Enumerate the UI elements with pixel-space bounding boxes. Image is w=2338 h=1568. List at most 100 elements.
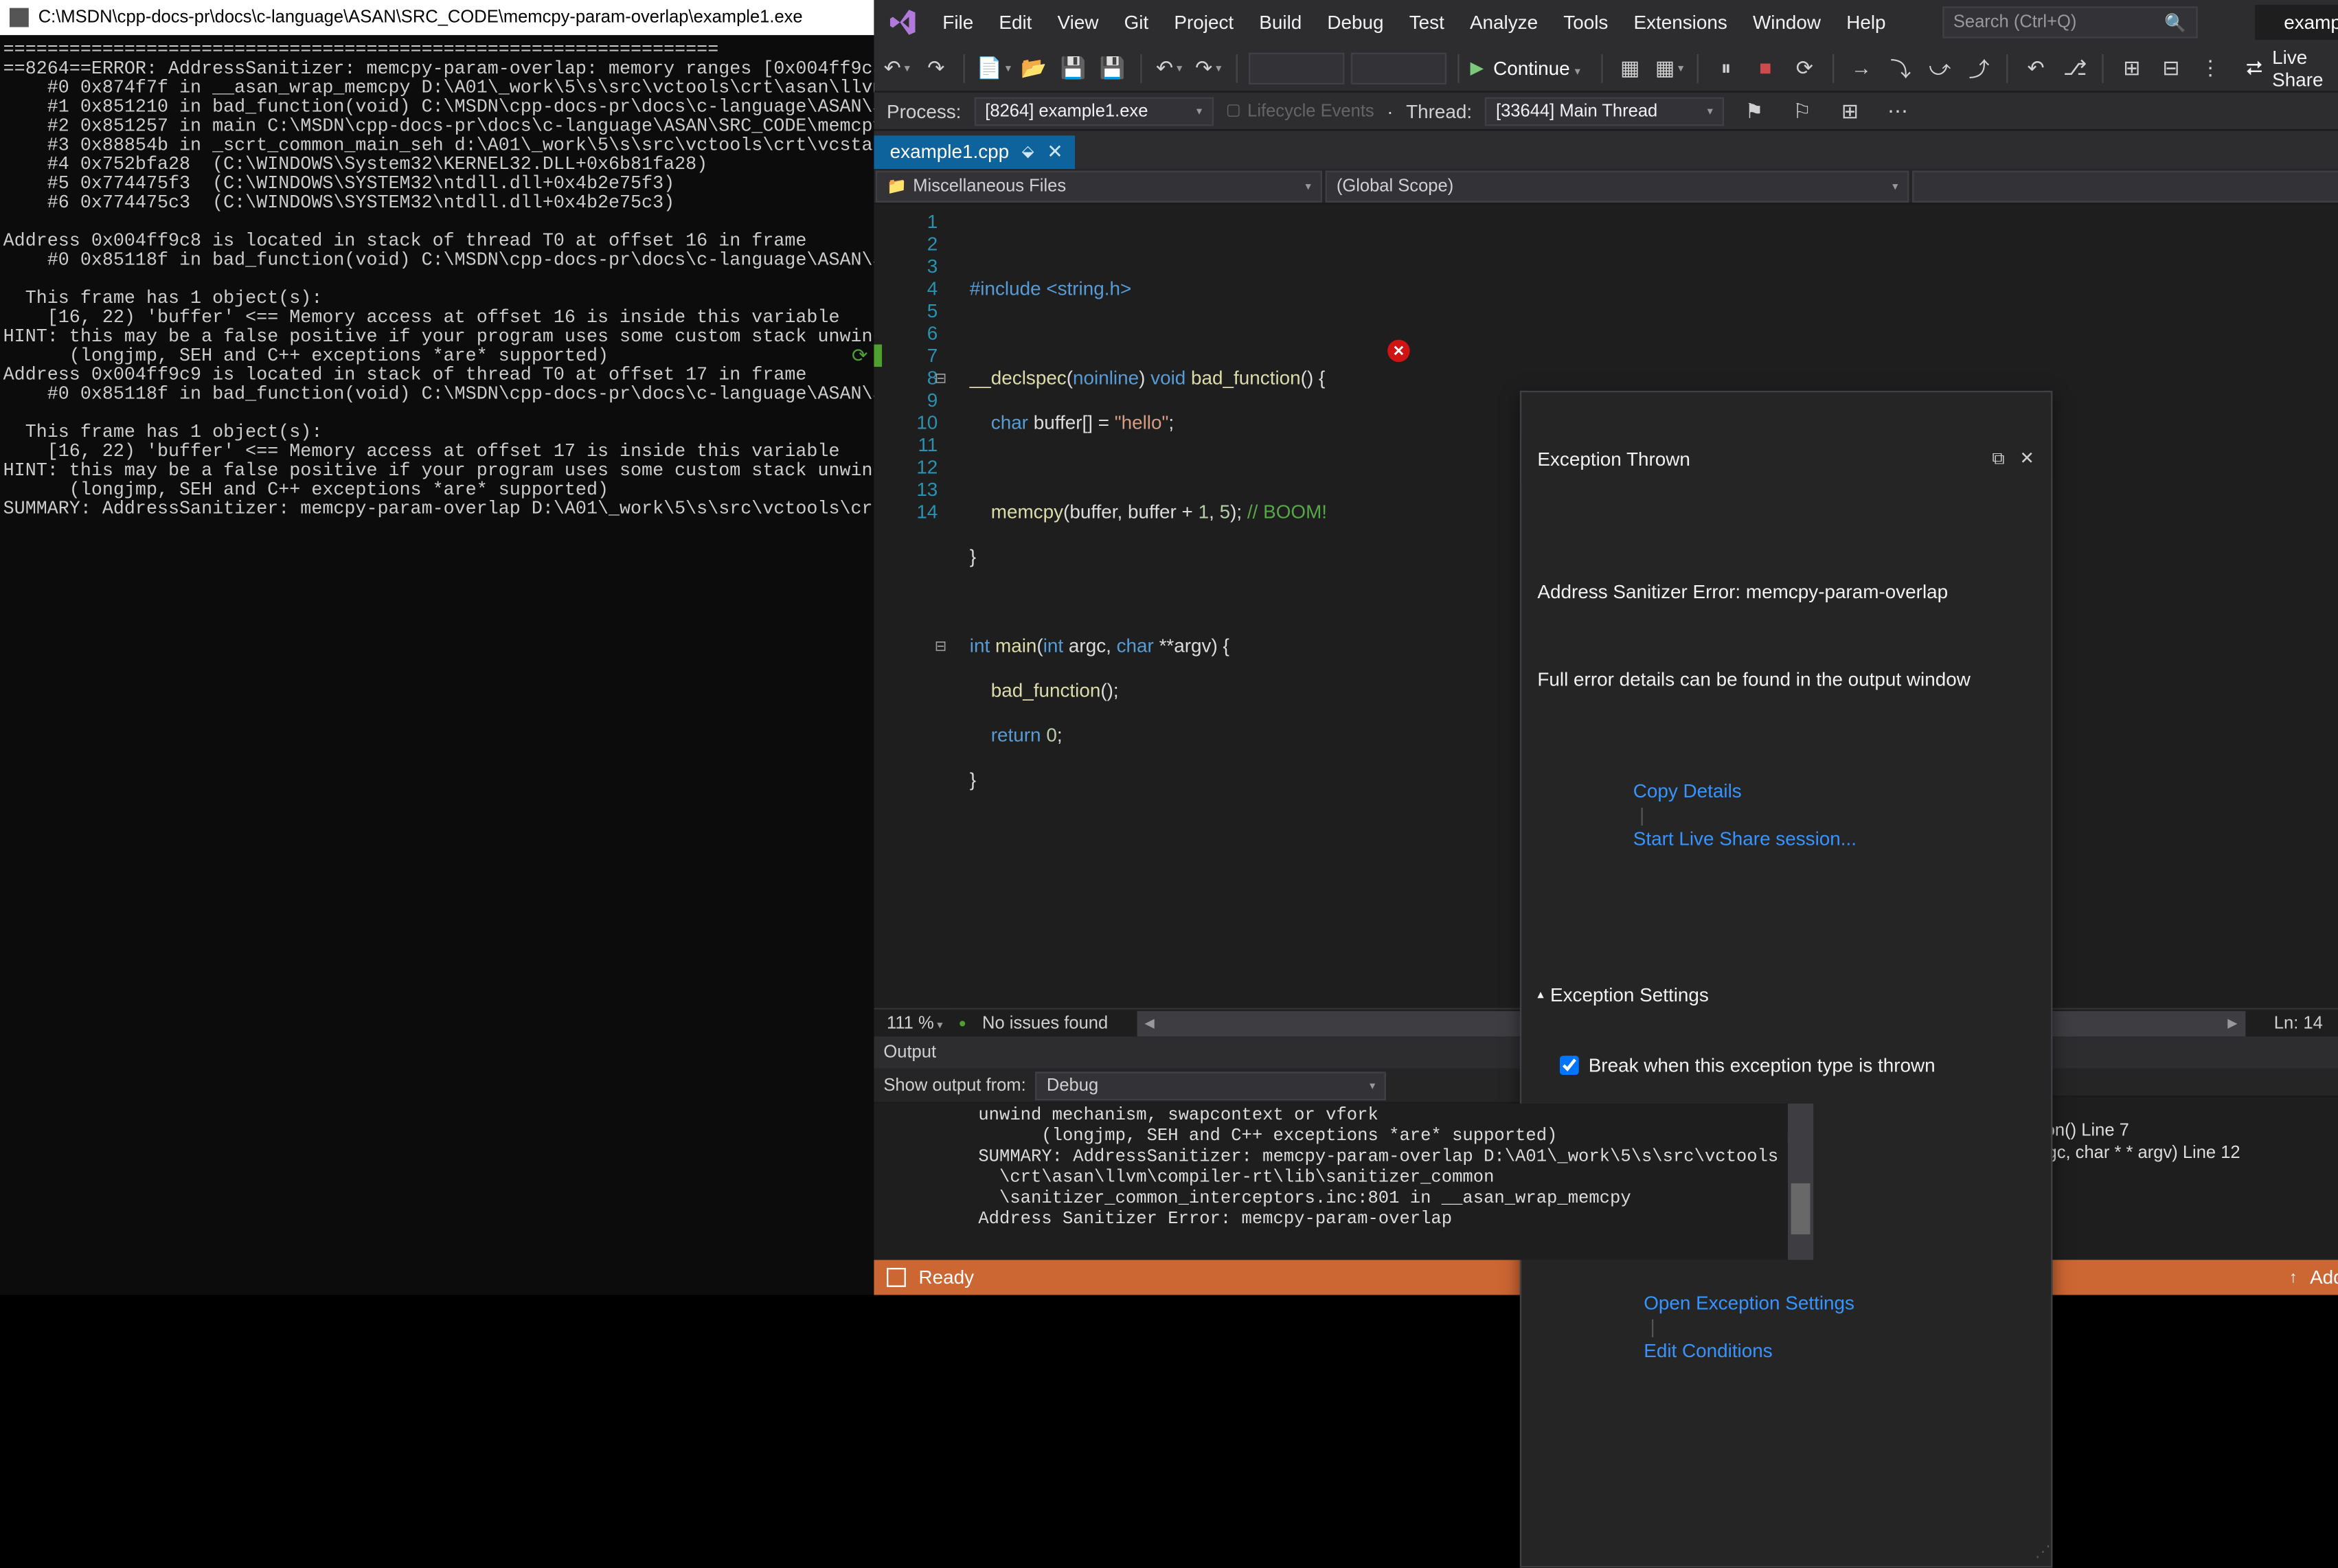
db-3[interactable]: ⊞ xyxy=(1832,93,1868,128)
zoom-level[interactable]: 111 % xyxy=(887,1014,942,1033)
search-box[interactable]: Search (Ctrl+Q) 🔍 xyxy=(1942,6,2198,38)
nav-scope[interactable]: (Global Scope) xyxy=(1326,170,1909,201)
line-pos[interactable]: Ln: 14 xyxy=(2274,1014,2323,1033)
play-icon: ▶ xyxy=(1470,58,1484,78)
copy-details-link[interactable]: Copy Details xyxy=(1633,780,1742,802)
menu-view[interactable]: View xyxy=(1046,5,1109,40)
up-arrow-icon: ↑ xyxy=(2289,1269,2297,1286)
tb-6[interactable]: ⊟ xyxy=(2155,50,2188,85)
document-tab-active[interactable]: example1.cpp ⬙ ✕ xyxy=(874,135,1076,169)
add-source-control[interactable]: Add to Source Control xyxy=(2310,1266,2338,1289)
process-combo[interactable]: [8264] example1.exe xyxy=(974,96,1213,125)
code-editor[interactable]: ⟳ 1234567891011121314 #include <string.h… xyxy=(874,204,2338,1008)
step-over-button[interactable]: ⤻ xyxy=(1923,50,1956,85)
menu-project[interactable]: Project xyxy=(1163,5,1245,40)
db-4[interactable]: ⋯ xyxy=(1881,93,1916,128)
change-tracking-icon: ⟳ xyxy=(852,345,867,367)
tb-4[interactable]: ⎇ xyxy=(2058,50,2091,85)
debug-location-toolbar: Process: [8264] example1.exe Lifecycle E… xyxy=(874,93,2338,131)
exception-settings-header[interactable]: Exception Settings xyxy=(1537,984,2034,1007)
pin-popup-icon[interactable]: ⧉ xyxy=(1984,446,2013,472)
open-button[interactable]: 📂 xyxy=(1017,50,1050,85)
stop-button[interactable]: ■ xyxy=(1749,50,1782,85)
exception-popup: Exception Thrown ⧉ ✕ Address Sanitizer E… xyxy=(1520,391,2053,1568)
menu-debug[interactable]: Debug xyxy=(1316,5,1395,40)
search-placeholder: Search (Ctrl+Q) xyxy=(1953,13,2077,32)
nav-fwd-button[interactable]: ↷ xyxy=(920,50,953,85)
nav-bar: 📁Miscellaneous Files (Global Scope) ✚ xyxy=(874,169,2338,204)
start-liveshare-link[interactable]: Start Live Share session... xyxy=(1633,828,1857,850)
open-exc-settings-link[interactable]: Open Exception Settings xyxy=(1644,1292,1854,1315)
redo-button[interactable]: ↷ xyxy=(1192,50,1225,85)
search-icon: 🔍 xyxy=(2164,12,2186,32)
menu-extensions[interactable]: Extensions xyxy=(1622,5,1738,40)
output-vscroll[interactable] xyxy=(1788,1104,1813,1260)
solution-name[interactable]: example1 xyxy=(2255,5,2338,40)
nav-project[interactable]: 📁Miscellaneous Files xyxy=(876,170,1322,201)
main-menu: FileEditViewGitProjectBuildDebugTestAnal… xyxy=(931,5,1897,40)
menu-edit[interactable]: Edit xyxy=(988,5,1043,40)
issues-status[interactable]: No issues found xyxy=(982,1014,1108,1033)
console-titlebar[interactable]: C:\MSDN\cpp-docs-pr\docs\c-language\ASAN… xyxy=(0,0,874,35)
menu-build[interactable]: Build xyxy=(1248,5,1313,40)
tb-1[interactable]: ▦ xyxy=(1613,50,1646,85)
restart-button[interactable]: ⟳ xyxy=(1789,50,1821,85)
vs-titlebar[interactable]: FileEditViewGitProjectBuildDebugTestAnal… xyxy=(874,0,2338,45)
glyph-margin[interactable]: ⟳ xyxy=(874,204,899,1008)
save-button[interactable]: 💾 xyxy=(1056,50,1089,85)
menu-help[interactable]: Help xyxy=(1835,5,1897,40)
step-into-button[interactable]: ⤵ xyxy=(1884,50,1917,85)
liveshare-button[interactable]: Live Share xyxy=(2272,45,2338,90)
nav-member[interactable] xyxy=(1912,170,2338,201)
next-stmt-button[interactable]: → xyxy=(1845,50,1878,85)
code-text[interactable]: #include <string.h> ⊟__declspec(noinline… xyxy=(951,204,2338,1008)
close-tab-icon[interactable]: ✕ xyxy=(1047,140,1063,163)
db-1[interactable]: ⚑ xyxy=(1737,93,1772,128)
new-button[interactable]: 📄 xyxy=(976,50,1010,85)
status-ready: Ready xyxy=(918,1266,974,1289)
break-all-button[interactable]: ⏸ xyxy=(1710,50,1743,85)
resize-grip-icon[interactable]: ⋰ xyxy=(2035,1542,2048,1565)
tb-3[interactable]: ↶ xyxy=(2019,50,2052,85)
step-out-button[interactable]: ⤴ xyxy=(1963,50,1996,85)
console-window: C:\MSDN\cpp-docs-pr\docs\c-language\ASAN… xyxy=(0,0,874,1295)
menu-window[interactable]: Window xyxy=(1742,5,1832,40)
status-icon[interactable] xyxy=(887,1268,906,1287)
console-title-text: C:\MSDN\cpp-docs-pr\docs\c-language\ASAN… xyxy=(38,8,803,27)
show-output-label: Show output from: xyxy=(883,1076,1025,1095)
document-tabs: example1.cpp ⬙ ✕ ▾ ⚙ xyxy=(874,130,2338,169)
break-checkbox[interactable] xyxy=(1560,1056,1579,1075)
edit-conditions-link[interactable]: Edit Conditions xyxy=(1644,1339,1772,1362)
lifecycle-events[interactable]: Lifecycle Events xyxy=(1226,101,1374,120)
thread-combo[interactable]: [33644] Main Thread xyxy=(1485,96,1724,125)
vs-logo-icon xyxy=(883,3,922,42)
output-source-combo[interactable]: Debug xyxy=(1036,1071,1387,1100)
tb-5[interactable]: ⊞ xyxy=(2115,50,2148,85)
thread-label: Thread: xyxy=(1406,100,1472,122)
menu-git[interactable]: Git xyxy=(1113,5,1159,40)
pin-tab-icon[interactable]: ⬙ xyxy=(1022,143,1034,161)
db-2[interactable]: ⚐ xyxy=(1784,93,1819,128)
error-glyph-icon[interactable]: ✕ xyxy=(1387,340,1410,363)
continue-button[interactable]: Continue xyxy=(1490,56,1589,79)
line-numbers: 1234567891011121314 xyxy=(900,204,951,1008)
menu-tools[interactable]: Tools xyxy=(1552,5,1620,40)
nav-back-button[interactable]: ↶ xyxy=(881,50,913,85)
tb-2[interactable]: ▦ xyxy=(1653,50,1686,85)
ok-icon: ● xyxy=(959,1016,966,1030)
save-all-button[interactable]: 💾 xyxy=(1096,50,1129,85)
liveshare-icon: ⮂ xyxy=(2246,55,2262,80)
tb-7[interactable]: ⋮ xyxy=(2194,50,2227,85)
visual-studio-window: FileEditViewGitProjectBuildDebugTestAnal… xyxy=(874,0,2338,1295)
menu-analyze[interactable]: Analyze xyxy=(1459,5,1550,40)
undo-button[interactable]: ↶ xyxy=(1153,50,1185,85)
platform-combo[interactable] xyxy=(1350,52,1446,83)
config-combo[interactable] xyxy=(1249,52,1344,83)
menu-file[interactable]: File xyxy=(931,5,984,40)
close-popup-icon[interactable]: ✕ xyxy=(2012,446,2041,472)
output-text[interactable]: unwind mechanism, swapcontext or vfork (… xyxy=(874,1104,1788,1260)
console-output[interactable]: ========================================… xyxy=(0,35,874,1295)
console-icon xyxy=(10,8,29,27)
menu-test[interactable]: Test xyxy=(1398,5,1455,40)
change-bar xyxy=(874,345,882,367)
